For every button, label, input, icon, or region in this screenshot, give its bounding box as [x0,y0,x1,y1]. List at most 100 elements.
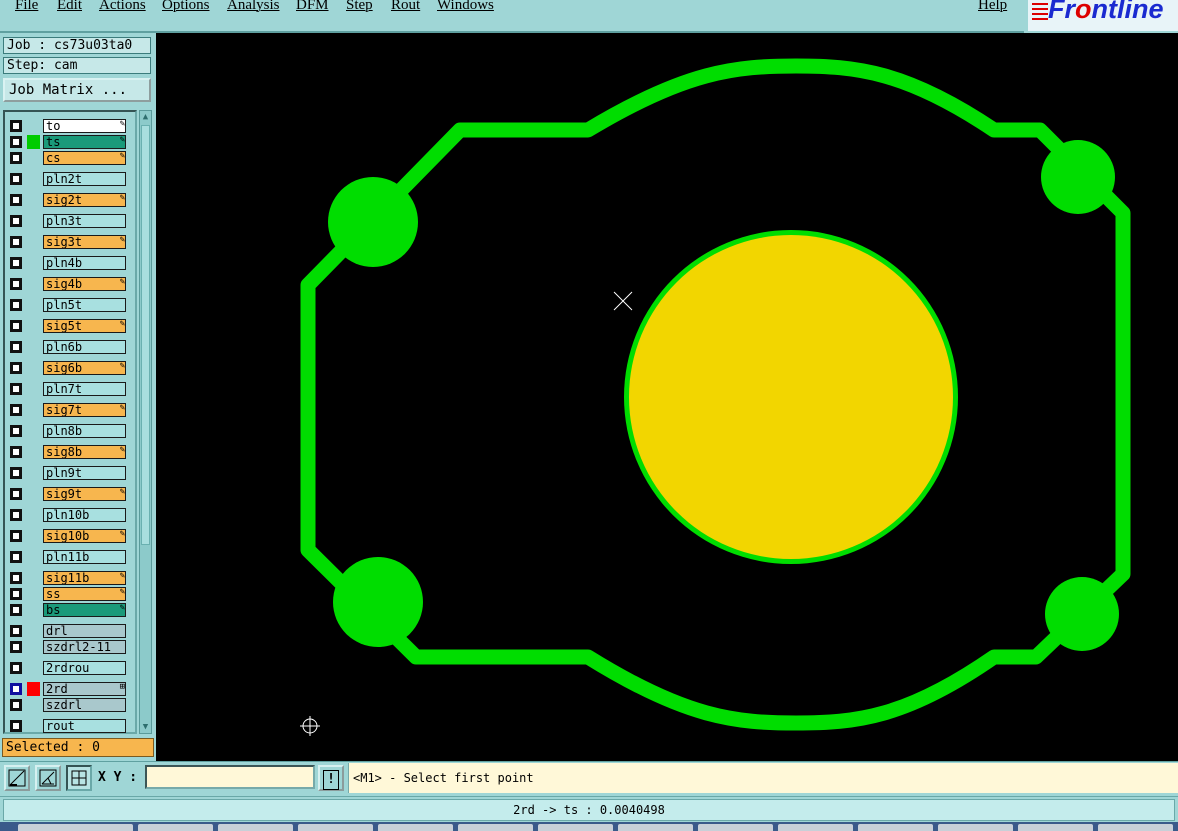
taskbar-tab[interactable] [1098,824,1173,831]
layer-color-swatch[interactable] [27,445,40,459]
layer-name[interactable]: pln7t [43,382,126,396]
layer-name[interactable]: sig11b [43,571,126,585]
layer-visibility-checkbox[interactable] [10,720,22,732]
menu-step[interactable]: Step [346,0,373,14]
taskbar-tab[interactable] [538,824,613,831]
layer-visibility-checkbox[interactable] [10,662,22,674]
menu-edit[interactable]: Edit [57,0,82,14]
menu-options[interactable]: Options [162,0,210,14]
layer-visibility-checkbox[interactable] [10,425,22,437]
layer-visibility-checkbox[interactable] [10,446,22,458]
layer-color-swatch[interactable] [27,550,40,564]
layer-row-sig2t[interactable]: sig2t ✎ [7,192,133,208]
layer-color-swatch[interactable] [27,193,40,207]
menu-windows[interactable]: Windows [437,0,494,14]
taskbar-tab[interactable] [458,824,533,831]
layer-color-swatch[interactable] [27,424,40,438]
layer-name[interactable]: 2rd [43,682,126,696]
layer-color-swatch[interactable] [27,719,40,733]
layer-row-sig8b[interactable]: sig8b ✎ [7,444,133,460]
layer-name[interactable]: pln8b [43,424,126,438]
layer-row-sig9t[interactable]: sig9t ✎ [7,486,133,502]
layer-row-pln4b[interactable]: pln4b [7,255,133,271]
layer-visibility-checkbox[interactable] [10,641,22,653]
layer-color-swatch[interactable] [27,151,40,165]
layer-visibility-checkbox[interactable] [10,215,22,227]
layer-visibility-checkbox[interactable] [10,625,22,637]
exclamation-button[interactable]: ! [318,765,344,791]
layer-color-swatch[interactable] [27,277,40,291]
layer-name[interactable]: pln6b [43,340,126,354]
layer-row-pln8b[interactable]: pln8b [7,423,133,439]
layer-visibility-checkbox[interactable] [10,299,22,311]
layer-name[interactable]: sig5t [43,319,126,333]
layer-visibility-checkbox[interactable] [10,362,22,374]
layer-visibility-checkbox[interactable] [10,341,22,353]
layer-color-swatch[interactable] [27,340,40,354]
layer-row-szdrl[interactable]: szdrl [7,697,133,713]
layer-color-swatch[interactable] [27,382,40,396]
layer-name[interactable]: drl [43,624,126,638]
taskbar-tab[interactable] [938,824,1013,831]
layer-color-swatch[interactable] [27,361,40,375]
menu-rout[interactable]: Rout [391,0,420,14]
layer-color-swatch[interactable] [27,640,40,654]
layer-color-swatch[interactable] [27,235,40,249]
menu-dfm[interactable]: DFM [296,0,329,14]
snap-mode-button[interactable] [4,765,30,791]
menu-actions[interactable]: Actions [99,0,146,14]
layer-name[interactable]: sig3t [43,235,126,249]
graphics-canvas[interactable] [156,33,1178,761]
layer-row-szdrl2-11[interactable]: szdrl2-11 [7,639,133,655]
layer-visibility-checkbox[interactable] [10,194,22,206]
layer-row-2rd[interactable]: 2rd ⊞ [7,681,133,697]
layer-row-2rdrou[interactable]: 2rdrou [7,660,133,676]
taskbar-tab[interactable] [858,824,933,831]
layer-color-swatch[interactable] [27,508,40,522]
layer-row-pln11b[interactable]: pln11b [7,549,133,565]
layer-name[interactable]: sig9t [43,487,126,501]
layer-row-sig5t[interactable]: sig5t ✎ [7,318,133,334]
taskbar-tab[interactable] [1018,824,1093,831]
menu-analysis[interactable]: Analysis [227,0,280,14]
layer-name[interactable]: pln2t [43,172,126,186]
layer-name[interactable]: sig2t [43,193,126,207]
layer-name[interactable]: pln3t [43,214,126,228]
taskbar-tab[interactable] [18,824,133,831]
taskbar-tab[interactable] [138,824,213,831]
layer-row-rout[interactable]: rout [7,718,133,734]
layer-row-sig10b[interactable]: sig10b ✎ [7,528,133,544]
layer-name[interactable]: sig7t [43,403,126,417]
layer-color-swatch[interactable] [27,571,40,585]
layer-visibility-checkbox[interactable] [10,136,22,148]
layer-row-sig3t[interactable]: sig3t ✎ [7,234,133,250]
layer-visibility-checkbox[interactable] [10,467,22,479]
layer-color-swatch[interactable] [27,698,40,712]
grid-mode-button[interactable] [66,765,92,791]
layer-visibility-checkbox[interactable] [10,551,22,563]
layer-row-pln9t[interactable]: pln9t [7,465,133,481]
layer-row-ss[interactable]: ss ✎ [7,586,133,602]
layer-color-swatch[interactable] [27,135,40,149]
layer-color-swatch[interactable] [27,466,40,480]
taskbar-tab[interactable] [698,824,773,831]
layer-color-swatch[interactable] [27,661,40,675]
layer-visibility-checkbox[interactable] [10,320,22,332]
layer-visibility-checkbox[interactable] [10,588,22,600]
layer-color-swatch[interactable] [27,172,40,186]
layer-row-pln6b[interactable]: pln6b [7,339,133,355]
menu-file[interactable]: File [15,0,38,14]
layer-name[interactable]: sig6b [43,361,126,375]
layer-row-pln3t[interactable]: pln3t [7,213,133,229]
layer-color-swatch[interactable] [27,403,40,417]
layer-name[interactable]: ss [43,587,126,601]
layer-name[interactable]: pln5t [43,298,126,312]
layer-visibility-checkbox[interactable] [10,488,22,500]
layer-name[interactable]: rout [43,719,126,733]
layer-row-sig6b[interactable]: sig6b ✎ [7,360,133,376]
layer-name[interactable]: szdrl2-11 [43,640,126,654]
layer-color-swatch[interactable] [27,487,40,501]
layer-visibility-checkbox[interactable] [10,383,22,395]
layer-name[interactable]: pln4b [43,256,126,270]
layer-color-swatch[interactable] [27,214,40,228]
